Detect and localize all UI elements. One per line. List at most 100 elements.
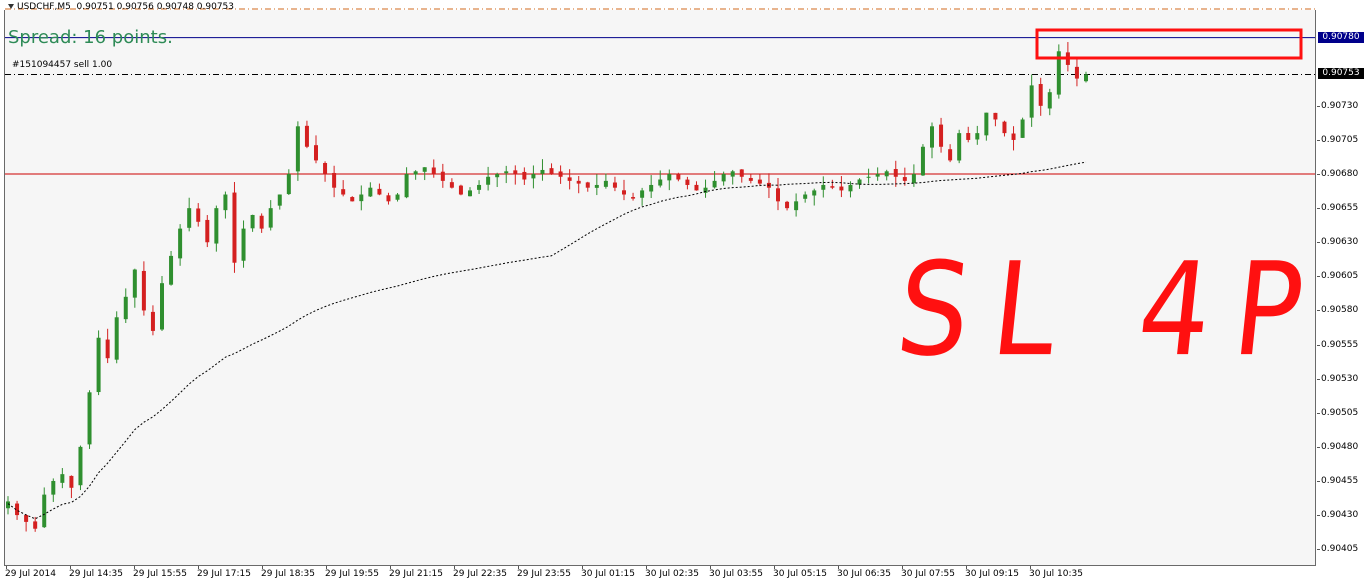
candle-body	[785, 201, 790, 209]
candle-body	[458, 185, 463, 195]
ohlc-values: 0.90751 0.90756 0.90748 0.90753	[76, 2, 234, 12]
candle-body	[196, 208, 201, 222]
candle-body	[341, 189, 346, 195]
candle-body	[540, 169, 545, 174]
candle-body	[33, 521, 38, 529]
price-axis[interactable]: 0.90730 0.90705 0.90680 0.90655 0.90630 0.906…	[1317, 0, 1366, 566]
price-tick	[1317, 105, 1320, 107]
spread-indicator: Spread: 16 points.	[8, 27, 173, 48]
candle-body	[513, 170, 518, 175]
candle-body	[902, 177, 907, 181]
candle-body	[1002, 121, 1007, 134]
candle-body	[821, 184, 826, 190]
candle-body	[386, 195, 391, 202]
candle-body	[730, 171, 735, 177]
candle-body	[440, 171, 445, 181]
candle-body	[295, 126, 300, 172]
candle-body	[558, 171, 563, 177]
candle-body	[848, 184, 853, 192]
candle-body	[930, 126, 934, 148]
price-tick	[1317, 480, 1320, 482]
candle-body	[132, 269, 137, 298]
price-tick	[1317, 446, 1320, 448]
chart-window[interactable]: USDCHF,M5 0.90751 0.90756 0.90748 0.9075…	[0, 0, 1366, 586]
time-label: 30 Jul 09:15	[965, 569, 1019, 579]
time-label: 29 Jul 18:35	[261, 569, 315, 579]
price-tick	[1317, 344, 1320, 346]
candle-body	[866, 176, 871, 178]
candle-body	[377, 188, 382, 195]
price-tick	[1317, 174, 1320, 176]
time-label: 29 Jul 15:55	[133, 569, 187, 579]
candle-body	[468, 190, 472, 197]
candle-body	[332, 172, 337, 188]
candle-body	[658, 179, 663, 186]
candle-body	[395, 194, 400, 200]
candle-body	[1029, 85, 1034, 118]
price-tick	[1317, 412, 1320, 414]
time-label: 29 Jul 17:15	[197, 569, 251, 579]
candle-body	[649, 184, 654, 192]
time-axis[interactable]: 29 Jul 2014 29 Jul 14:35 29 Jul 15:55 29 Ju…	[0, 566, 1366, 586]
candle-body	[250, 214, 255, 229]
candle-body	[150, 311, 155, 331]
candle-body	[803, 194, 808, 199]
candle-body	[232, 192, 237, 263]
time-label: 30 Jul 02:35	[645, 569, 699, 579]
annotation-rectangle	[1035, 28, 1303, 60]
candle-body	[830, 186, 835, 188]
candle-body	[323, 163, 328, 175]
order-label[interactable]: #151094457 sell 1.00	[12, 60, 112, 70]
price-label: 0.90705	[1321, 134, 1359, 145]
candle-body	[314, 145, 318, 161]
candle-body	[531, 174, 536, 179]
time-label: 29 Jul 23:55	[517, 569, 571, 579]
price-label: 0.90730	[1321, 100, 1359, 111]
candle-body	[757, 179, 762, 184]
candle-body	[51, 480, 56, 495]
candle-body	[522, 171, 527, 180]
time-label: 30 Jul 06:35	[837, 569, 891, 579]
price-tick	[1317, 515, 1320, 517]
candle-body	[160, 283, 164, 330]
candle-body	[413, 171, 418, 175]
candle-body	[241, 228, 246, 261]
candle-body	[304, 125, 309, 147]
price-label: 0.90405	[1321, 544, 1359, 555]
price-tick	[1317, 242, 1320, 244]
price-label: 0.90630	[1321, 237, 1359, 248]
candle-body	[721, 174, 726, 182]
symbol-header: USDCHF,M5 0.90751 0.90756 0.90748 0.9075…	[8, 2, 234, 12]
candle-body	[449, 182, 454, 188]
time-label: 29 Jul 21:15	[389, 569, 443, 579]
candle-body	[495, 174, 500, 178]
price-label: 0.90605	[1321, 271, 1359, 282]
candle-body	[776, 188, 780, 202]
candle-body	[957, 133, 962, 161]
price-tick	[1317, 276, 1320, 278]
candle-body	[60, 474, 65, 483]
candle-body	[984, 112, 989, 136]
candle-body	[549, 168, 554, 175]
price-label: 0.90455	[1321, 475, 1359, 486]
candle-body	[477, 184, 482, 190]
price-label: 0.90430	[1321, 510, 1359, 521]
time-label: 29 Jul 19:55	[325, 569, 379, 579]
candle-body	[739, 169, 744, 177]
candle-body	[939, 124, 944, 147]
candle-body	[748, 177, 753, 181]
candle-body	[69, 475, 74, 488]
price-label: 0.90680	[1321, 169, 1359, 180]
price-tick	[1317, 139, 1320, 141]
price-label: 0.90505	[1321, 407, 1359, 418]
candle-body	[105, 339, 110, 359]
candle-body	[920, 146, 925, 176]
candle-body	[631, 197, 636, 199]
handwritten-annotation: SL 4PiPs	[890, 235, 1366, 386]
candle-body	[1011, 133, 1016, 140]
candle-body	[259, 215, 264, 229]
time-label: 29 Jul 2014	[5, 569, 56, 579]
candle-body	[612, 182, 617, 188]
candle-body	[504, 171, 509, 174]
chevron-down-icon[interactable]	[8, 4, 14, 9]
